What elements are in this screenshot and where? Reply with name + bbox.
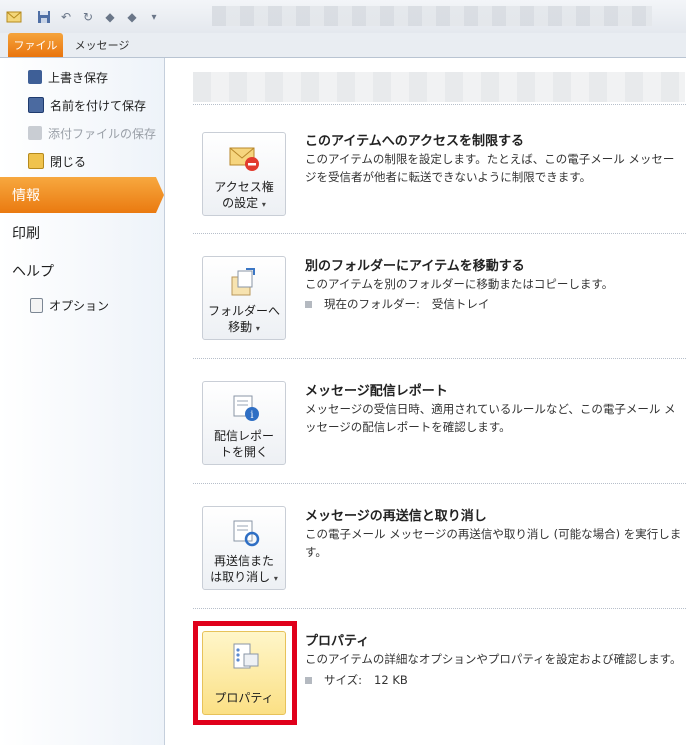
- size-value: 12 KB: [374, 673, 408, 687]
- move-to-folder-button[interactable]: フォルダーへ 移動 ▾: [202, 256, 286, 340]
- size-row: サイズ: 12 KB: [305, 672, 408, 688]
- tab-message[interactable]: メッセージ: [72, 33, 132, 57]
- delivery-report-icon: i: [228, 392, 260, 422]
- current-folder-label: 現在のフォルダー:: [324, 297, 420, 311]
- move-to-folder-label-2: 移動: [228, 320, 253, 334]
- permissions-button[interactable]: アクセス権 の設定 ▾: [202, 132, 286, 216]
- delivery-report-button[interactable]: i 配信レポー トを開く: [202, 381, 286, 465]
- save-as-icon: [28, 97, 44, 113]
- tab-file[interactable]: ファイル: [8, 33, 63, 57]
- bullet-icon: [305, 676, 312, 684]
- save-command-label: 上書き保存: [48, 70, 109, 85]
- message-header-redacted: [193, 72, 685, 102]
- save-as-command-label: 名前を付けて保存: [50, 98, 147, 113]
- highlight-box: [193, 621, 297, 725]
- delivery-report-label-1: 配信レポー: [213, 429, 274, 443]
- nav-tab-help[interactable]: ヘルプ: [0, 253, 164, 289]
- section-desc-properties: このアイテムの詳細なオプションやプロパティを設定および確認します。: [305, 652, 682, 666]
- move-folder-icon: [228, 267, 260, 297]
- undo-icon[interactable]: ↶: [58, 9, 74, 25]
- backstage-sidebar: 上書き保存 名前を付けて保存 添付ファイルの保存 閉じる 情報 印刷 ヘルプ オ…: [0, 58, 165, 745]
- section-desc-move: このアイテムを別のフォルダーに移動またはコピーします。: [305, 277, 614, 291]
- resend-recall-icon: [228, 517, 260, 547]
- section-title-move: 別のフォルダーにアイテムを移動する: [305, 259, 525, 274]
- section-desc-permissions: このアイテムの制限を設定します。たとえば、この電子メール メッセージを受信者が他…: [305, 152, 675, 184]
- divider: [193, 483, 686, 484]
- window-title-redacted: [212, 6, 652, 26]
- section-desc-delivery-report: メッセージの受信日時、適用されているルールなど、この電子メール メッセージの配信…: [305, 402, 676, 434]
- section-title-resend: メッセージの再送信と取り消し: [305, 509, 487, 524]
- save-as-command[interactable]: 名前を付けて保存: [28, 95, 146, 115]
- section-desc-resend: この電子メール メッセージの再送信や取り消し (可能な場合) を実行します。: [305, 527, 682, 559]
- close-command-label: 閉じる: [50, 154, 87, 169]
- svg-text:i: i: [250, 410, 253, 421]
- close-command[interactable]: 閉じる: [28, 151, 86, 171]
- nav-tab-info[interactable]: 情報: [0, 177, 164, 213]
- nav-tab-print[interactable]: 印刷: [0, 215, 164, 251]
- save-command[interactable]: 上書き保存: [28, 67, 108, 87]
- chevron-down-icon: ▾: [261, 200, 266, 209]
- current-folder-row: 現在のフォルダー: 受信トレイ: [305, 296, 489, 312]
- customize-icon[interactable]: ▾: [146, 9, 162, 25]
- divider: [193, 233, 686, 234]
- up-arrow-icon[interactable]: ◆: [102, 9, 118, 25]
- folder-close-icon: [28, 153, 44, 169]
- save-icon[interactable]: [36, 9, 52, 25]
- restrict-envelope-icon: [228, 143, 260, 173]
- title-bar: ↶ ↻ ◆ ◆ ▾: [0, 0, 686, 33]
- section-title-permissions: このアイテムへのアクセスを制限する: [305, 134, 525, 149]
- current-folder-value: 受信トレイ: [431, 297, 490, 311]
- permissions-button-label-1: アクセス権: [214, 180, 274, 194]
- resend-recall-button[interactable]: 再送信また は取り消し ▾: [202, 506, 286, 590]
- redo-icon[interactable]: ↻: [80, 9, 96, 25]
- ribbon-tab-bar: ファイル メッセージ: [0, 33, 686, 58]
- divider: [193, 104, 686, 105]
- bullet-icon: [305, 300, 312, 308]
- save-icon: [28, 70, 42, 84]
- options-command[interactable]: オプション: [30, 295, 109, 315]
- options-icon: [30, 297, 43, 313]
- section-title-delivery-report: メッセージ配信レポート: [305, 384, 448, 399]
- chevron-down-icon: ▾: [273, 574, 278, 583]
- resend-recall-label-2: は取り消し: [210, 570, 271, 584]
- divider: [193, 358, 686, 359]
- save-attachments-icon: [28, 126, 42, 140]
- divider: [193, 608, 686, 609]
- move-to-folder-label-1: フォルダーへ: [207, 304, 280, 318]
- down-arrow-icon[interactable]: ◆: [124, 9, 140, 25]
- save-attachments-command-label: 添付ファイルの保存: [48, 126, 157, 141]
- section-title-properties: プロパティ: [305, 634, 370, 649]
- save-attachments-command[interactable]: 添付ファイルの保存: [28, 123, 156, 143]
- size-label: サイズ:: [324, 673, 363, 687]
- chevron-down-icon: ▾: [255, 324, 260, 333]
- options-command-label: オプション: [49, 298, 110, 313]
- delivery-report-label-2: トを開く: [219, 445, 268, 459]
- permissions-button-label-2: の設定: [222, 196, 259, 210]
- resend-recall-label-1: 再送信また: [213, 554, 274, 568]
- mail-app-icon[interactable]: [6, 9, 22, 25]
